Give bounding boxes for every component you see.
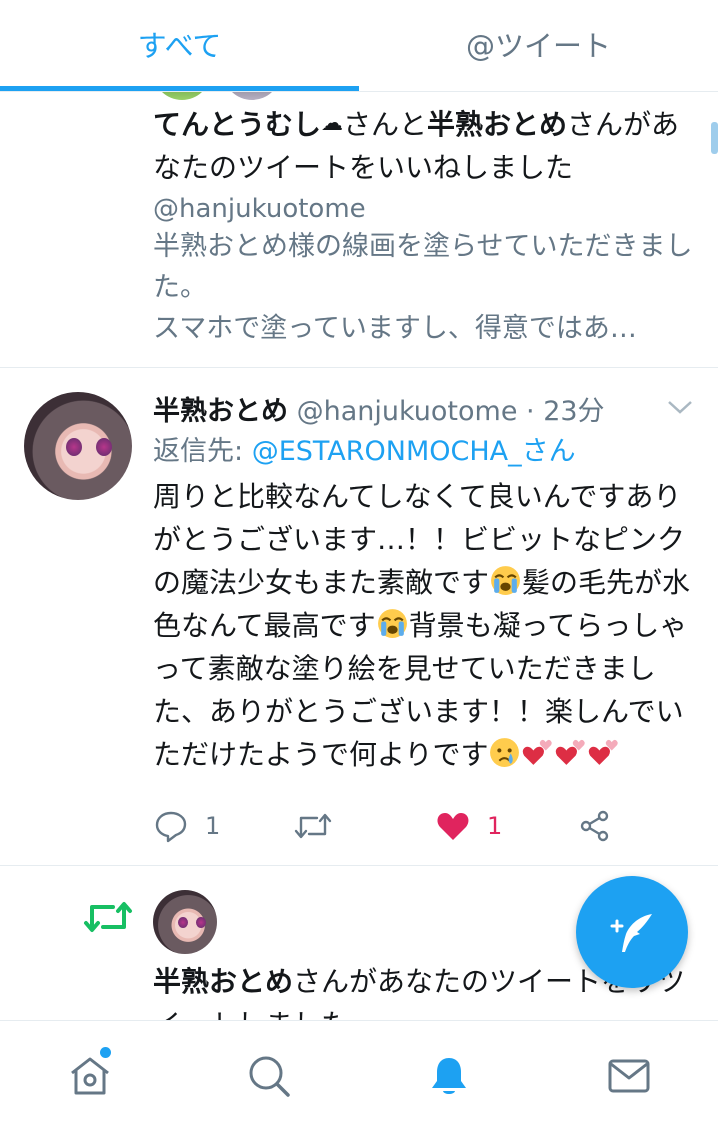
user-name[interactable]: 半熟おとめ [153, 965, 293, 998]
divider [0, 367, 718, 368]
retweet-icon [84, 902, 132, 932]
tab-mentions[interactable]: @ツイート [359, 0, 718, 88]
search-icon [249, 1056, 290, 1097]
tab-all-label: すべて [137, 29, 222, 63]
reply-to-link[interactable]: @ESTARONMOCHA_さん [252, 436, 576, 467]
home-icon [70, 1057, 109, 1094]
like-button[interactable]: 1 [435, 804, 502, 848]
like-notification-text: てんとうむし☁さんと半熟おとめさんがあなたのツイートをいいねしました [153, 102, 698, 189]
share-button[interactable] [577, 804, 613, 848]
avatar[interactable] [153, 890, 217, 954]
reply-count: 1 [205, 812, 221, 840]
bottom-navigation [0, 1020, 718, 1130]
two-hearts-emoji-icon [589, 739, 619, 765]
chevron-down-icon[interactable] [666, 397, 694, 417]
avatar-eye [178, 917, 188, 928]
reply-button[interactable]: 1 [153, 804, 220, 848]
nav-messages[interactable] [539, 1021, 718, 1130]
user-name[interactable]: てんとうむし [153, 108, 321, 141]
tweet-actions: 1 1 [153, 804, 698, 848]
like-count: 1 [487, 812, 503, 840]
notifications-icon [431, 1057, 466, 1094]
quoted-text: 半熟おとめ様の線画を塗らせていただきました。 スマホで塗っていますし、得意ではあ… [153, 226, 698, 349]
tweet-text: 周りと比較なんてしなくて良いんですありがとうございます…！！ビビットなピンクの魔… [153, 475, 698, 776]
two-hearts-emoji-icon [556, 739, 586, 765]
avatar[interactable] [153, 92, 211, 100]
reply-to-line: 返信先: @ESTARONMOCHA_さん [153, 432, 576, 472]
avatar-eye [96, 438, 112, 456]
nav-notifications[interactable] [359, 1021, 538, 1130]
compose-tweet-button[interactable] [576, 876, 688, 988]
nav-search[interactable] [179, 1021, 358, 1130]
reply-icon [155, 811, 187, 843]
reply-prefix: 返信先: [153, 436, 252, 467]
messages-icon [608, 1059, 649, 1092]
nav-home[interactable] [0, 1021, 179, 1130]
user-name[interactable]: 半熟おとめ [427, 108, 567, 141]
divider [0, 865, 718, 866]
retweet-button[interactable] [293, 804, 333, 848]
share-icon [580, 810, 609, 842]
joiner-text: さんと [343, 108, 428, 141]
tab-all[interactable]: すべて [0, 0, 359, 88]
scrollbar[interactable] [711, 122, 718, 154]
crying-face-emoji-icon [490, 738, 520, 767]
new-content-dot [100, 1047, 111, 1058]
timestamp: · 23分 [526, 396, 605, 427]
avatar-eye [66, 438, 82, 456]
liker-avatars [153, 92, 293, 102]
loudly-crying-emoji-icon [491, 566, 520, 595]
two-hearts-emoji-icon [523, 739, 553, 765]
cloud-emoji: ☁ [321, 111, 344, 136]
tweet-header: 半熟おとめ @hanjukuotome · 23分 [153, 392, 698, 432]
retweet-icon [294, 813, 332, 839]
quoted-line: 半熟おとめ様の線画を塗らせていただきました。 [153, 231, 693, 303]
avatar[interactable] [24, 392, 132, 500]
tab-bar: すべて @ツイート [0, 0, 718, 92]
quoted-line: スマホで塗っていますし、得意ではあ… [153, 313, 637, 344]
loudly-crying-emoji-icon [377, 609, 407, 638]
compose-feather-icon [610, 914, 652, 952]
tab-divider [0, 91, 718, 92]
tab-mentions-label: @ツイート [465, 29, 611, 63]
display-name[interactable]: 半熟おとめ [153, 396, 288, 427]
avatar-eye [196, 917, 206, 928]
handle[interactable]: @hanjukuotome [297, 396, 518, 427]
heart-filled-icon [437, 813, 469, 840]
avatar[interactable] [223, 92, 281, 100]
quoted-handle: @hanjukuotome [153, 194, 366, 224]
